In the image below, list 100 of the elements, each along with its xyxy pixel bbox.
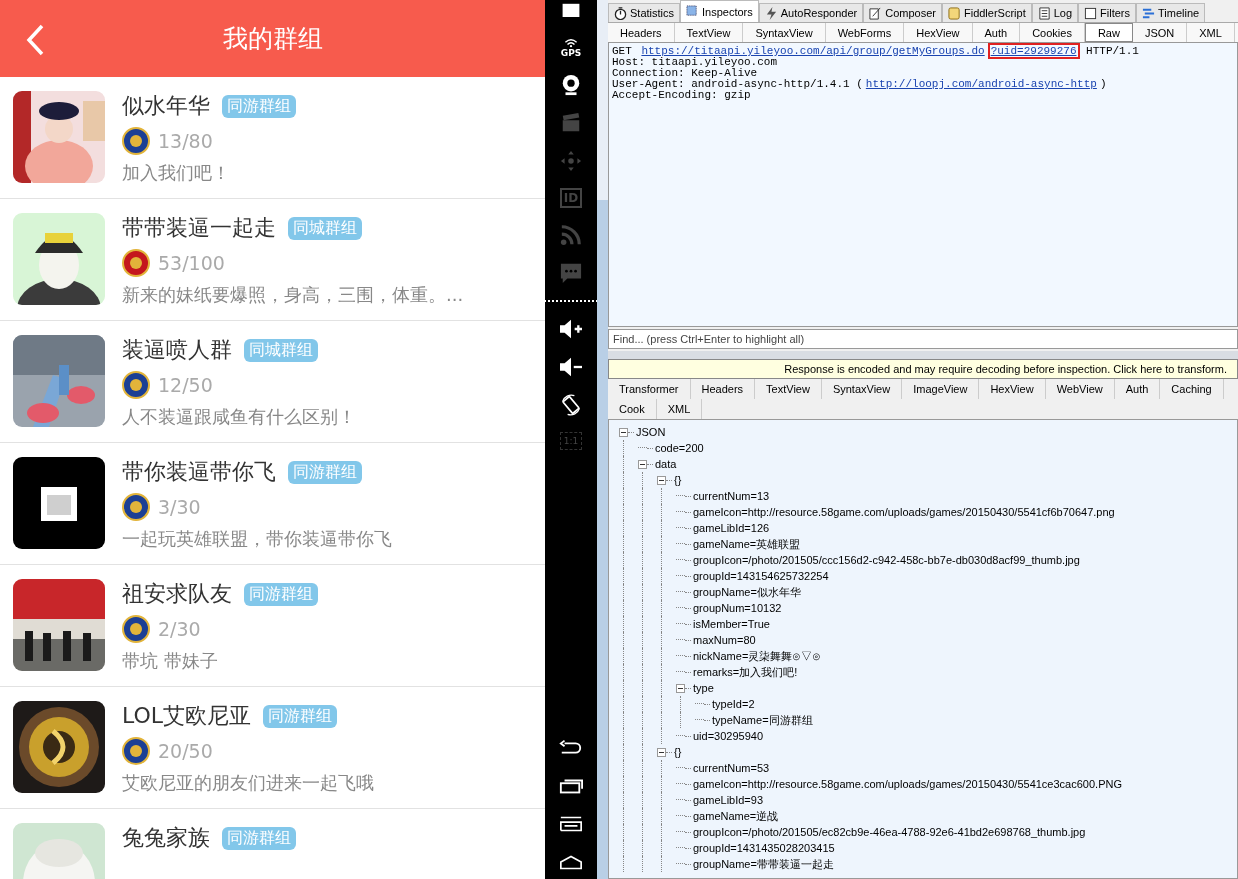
script-icon	[947, 6, 961, 20]
tree-node[interactable]: JSON	[634, 426, 666, 438]
tree-node[interactable]: isMember=True	[691, 618, 770, 630]
url-link[interactable]: ?uid=29299276	[987, 43, 1080, 59]
tree-node[interactable]: data	[653, 458, 677, 470]
tree-node[interactable]: uid=30295940	[691, 730, 764, 742]
group-type-tag: 同游群组	[222, 94, 296, 118]
group-remark: 带坑 带妹子	[122, 649, 219, 673]
inspector-tab[interactable]: WebView	[1045, 379, 1115, 399]
tree-node[interactable]: groupNum=10132	[691, 602, 782, 614]
volume-down-icon[interactable]	[559, 356, 583, 378]
request-line: Connection: Keep-Alive	[612, 68, 758, 79]
tree-node[interactable]: maxNum=80	[691, 634, 756, 646]
tree-node[interactable]: groupName=带带装逼一起走	[691, 856, 834, 872]
group-item[interactable]: LOL艾欧尼亚 同游群组 20/50 艾欧尼亚的朋友们进来一起飞哦	[0, 687, 545, 809]
tool-tab[interactable]: Statistics	[608, 3, 680, 22]
group-remark: 艾欧尼亚的朋友们进来一起飞哦	[122, 771, 374, 795]
tree-node[interactable]: typeName=同游群组	[710, 712, 813, 728]
collapse-icon[interactable]	[676, 683, 685, 693]
url-link[interactable]: http://loopj.com/android-async-http	[862, 76, 1100, 92]
tool-tab[interactable]: Filters	[1078, 3, 1137, 22]
tree-node[interactable]: groupName=似水年华	[691, 584, 801, 600]
inspector-tab[interactable]: ImageView	[902, 379, 980, 399]
tree-node[interactable]: {}	[672, 474, 682, 486]
tree-node[interactable]: gameName=逆战	[691, 808, 779, 824]
tool-tab[interactable]: Log	[1031, 3, 1079, 22]
inspector-tab[interactable]: HexView	[979, 379, 1046, 399]
tree-node[interactable]: typeId=2	[710, 698, 755, 710]
checkbox-icon	[1084, 6, 1098, 20]
member-count: 3/30	[158, 496, 201, 518]
inspector-tab[interactable]: Headers	[690, 379, 756, 399]
decode-notice[interactable]: Response is encoded and may require decoding before inspection. Click here to transform.	[608, 359, 1238, 379]
group-type-tag: 同游群组	[288, 460, 362, 484]
group-name: 兔兔家族	[122, 824, 210, 852]
collapse-icon[interactable]	[657, 747, 666, 757]
tree-node[interactable]: gameLibId=126	[691, 522, 770, 534]
collapse-icon[interactable]	[619, 427, 628, 437]
tool-tab[interactable]: FiddlerScript	[941, 3, 1032, 22]
group-name: 似水年华	[122, 92, 210, 120]
group-type-tag: 同城群组	[244, 338, 318, 362]
tree-node[interactable]: {}	[672, 746, 682, 758]
tree-node[interactable]: groupId=1431435028203415	[691, 842, 835, 854]
member-count: 2/30	[158, 618, 201, 640]
tree-node[interactable]: code=200	[653, 442, 704, 454]
request-line: Accept-Encoding: gzip	[612, 90, 751, 101]
tool-tab[interactable]: AutoResponder	[758, 3, 864, 22]
request-line: Host: titaapi.yileyoo.com	[612, 57, 778, 68]
group-item[interactable]: 祖安求队友 同游群组 2/30 带坑 带妹子	[0, 565, 545, 687]
tree-node[interactable]: nickName=灵柒舞舞⊙▽⊙	[691, 648, 822, 664]
collapse-icon[interactable]	[638, 459, 647, 469]
member-count: 13/80	[158, 130, 213, 152]
group-name: LOL艾欧尼亚	[122, 702, 252, 730]
group-remark: 新来的妹纸要爆照，身高，三围，体重。...	[122, 283, 464, 307]
tree-node[interactable]: groupIcon=/photo/201505/ccc156d2-c942-458c-bb7e-db030d8acf99_thumb.jpg	[691, 554, 1080, 566]
find-field[interactable]: Find... (press Ctrl+Enter to highlight all)	[608, 329, 1238, 349]
inspector-tab[interactable]: TextView	[755, 379, 822, 399]
group-item[interactable]: 似水年华 同游群组 13/80 加入我们吧！	[0, 77, 545, 199]
scrollbar[interactable]	[597, 0, 608, 879]
page-title: 我的群组	[222, 23, 323, 55]
tree-node[interactable]: currentNum=53	[691, 762, 770, 774]
group-type-tag: 同游群组	[244, 582, 318, 606]
group-item[interactable]: 带你装逼带你飞 同游群组 3/30 一起玩英雄联盟，带你装逼带你飞	[0, 443, 545, 565]
gps-button[interactable]: GPS	[560, 38, 582, 58]
tool-tab[interactable]: Composer	[863, 3, 942, 22]
member-count: 12/50	[158, 374, 213, 396]
tool-tab[interactable]: Inspectors	[680, 0, 759, 22]
request-line: User-Agent: android-async-http/1.4.1 ( http://loopj.com/android-async-http )	[612, 79, 1108, 90]
collapse-icon[interactable]	[657, 475, 666, 485]
url-link[interactable]: https://titaapi.yileyoo.com/api/group/getMyGroups.do	[638, 43, 988, 59]
pencil-icon	[869, 6, 883, 20]
group-item[interactable]: 带带装逼一起走 同城群组 53/100 新来的妹纸要爆照，身高，三围，体重。...	[0, 199, 545, 321]
tree-node[interactable]: gameName=英雄联盟	[691, 536, 801, 552]
tree-node[interactable]: type	[691, 682, 714, 694]
group-type-tag: 同游群组	[222, 826, 296, 850]
tree-node[interactable]: gameIcon=http://resource.58game.com/uploads/games/20150430/5541ce3cac600.PNG	[691, 778, 1122, 790]
member-count: 20/50	[158, 740, 213, 762]
inspector-tab[interactable]: Caching	[1160, 379, 1224, 399]
tree-node[interactable]: gameLibId=93	[691, 794, 764, 806]
rotate-icon[interactable]	[559, 394, 583, 416]
tool-tab[interactable]: Timeline	[1136, 3, 1206, 22]
inspector-tab[interactable]: Transformer	[608, 379, 691, 399]
group-item[interactable]: 兔兔家族 同游群组	[0, 809, 545, 879]
tree-node[interactable]: remarks=加入我们吧!	[691, 664, 798, 680]
tree-node[interactable]: groupIcon=/photo/201505/ec82cb9e-46ea-4788-92e6-41bd2e698768_thumb.jpg	[691, 826, 1086, 838]
volume-up-icon[interactable]	[559, 318, 583, 340]
group-name: 带带装逼一起走	[122, 214, 276, 242]
group-type-tag: 同游群组	[263, 704, 338, 728]
tree-node[interactable]: gameIcon=http://resource.58game.com/uploads/games/20150430/5541cf6b70647.png	[691, 506, 1115, 518]
group-type-tag: 同城群组	[288, 216, 362, 240]
stopwatch-icon	[614, 6, 627, 20]
tree-node[interactable]: groupId=143154625732254	[691, 570, 829, 582]
tree-node[interactable]: currentNum=13	[691, 490, 770, 502]
inspector-icon	[686, 5, 699, 18]
inspector-tab[interactable]: Auth	[1114, 379, 1161, 399]
inspector-tab[interactable]: Raw	[1084, 23, 1133, 42]
group-item[interactable]: 装逼喷人群 同城群组 12/50 人不装逼跟咸鱼有什么区别！	[0, 321, 545, 443]
request-line: GET https://titaapi.yileyoo.com/api/group/getMyGroups.do ?uid=29299276 HTTP/1.1	[612, 46, 1140, 57]
group-remark: 加入我们吧！	[122, 161, 231, 185]
inspector-tab[interactable]: SyntaxView	[821, 379, 903, 399]
signal-icon	[564, 38, 578, 48]
